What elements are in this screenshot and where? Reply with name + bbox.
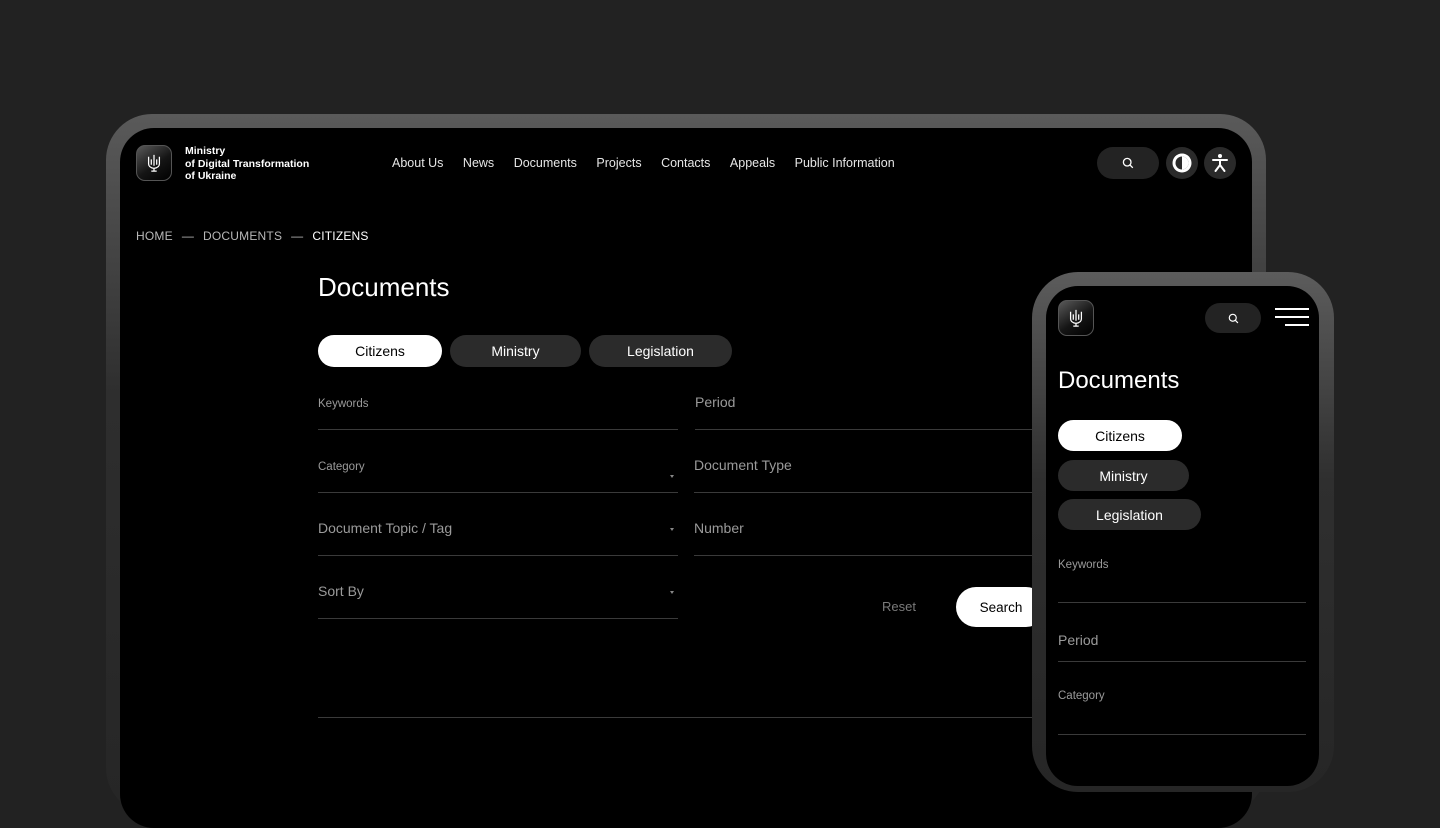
- accessibility-icon: [1212, 154, 1228, 172]
- breadcrumb: HOME — DOCUMENTS — CITIZENS: [136, 229, 369, 243]
- mobile-period-field[interactable]: Period: [1058, 630, 1306, 662]
- number-placeholder: Number: [694, 520, 744, 536]
- sort-by-placeholder: Sort By: [318, 583, 364, 599]
- breadcrumb-citizens: CITIZENS: [312, 229, 369, 243]
- breadcrumb-separator: —: [181, 229, 195, 243]
- tab-legislation[interactable]: Legislation: [589, 335, 732, 367]
- mobile-keywords-placeholder: Keywords: [1058, 559, 1109, 571]
- contrast-icon: [1172, 153, 1192, 173]
- nav-appeals[interactable]: Appeals: [730, 156, 775, 170]
- topic-tag-select[interactable]: Document Topic / Tag: [318, 516, 678, 556]
- mobile-category-select[interactable]: Category: [1058, 690, 1306, 735]
- trident-logo-icon[interactable]: [1058, 300, 1094, 336]
- breadcrumb-separator: —: [291, 229, 304, 243]
- brand-line-2: of Digital Transformation: [185, 157, 310, 170]
- nav-news[interactable]: News: [463, 156, 494, 170]
- mobile-page-title: Documents: [1058, 367, 1180, 394]
- category-placeholder: Category: [318, 461, 365, 473]
- brand-line-1: Ministry: [185, 145, 226, 157]
- main-nav: About Us News Documents Projects Contact…: [392, 156, 914, 170]
- mobile-category-placeholder: Category: [1058, 690, 1105, 702]
- menu-line: [1275, 316, 1309, 318]
- mobile-tab-ministry[interactable]: Ministry: [1058, 460, 1189, 491]
- menu-line: [1285, 324, 1309, 326]
- keywords-field[interactable]: Keywords: [318, 390, 678, 430]
- category-select[interactable]: Category: [318, 453, 678, 493]
- search-icon: [1122, 157, 1134, 169]
- document-tabs: Citizens Ministry Legislation: [318, 335, 732, 367]
- contrast-button[interactable]: [1166, 147, 1198, 179]
- nav-public-information[interactable]: Public Information: [795, 156, 895, 170]
- keywords-placeholder: Keywords: [318, 398, 369, 410]
- mobile-search-button[interactable]: [1205, 303, 1261, 333]
- breadcrumb-home[interactable]: HOME: [136, 229, 173, 243]
- document-type-placeholder: Document Type: [694, 457, 792, 473]
- breadcrumb-documents[interactable]: DOCUMENTS: [203, 229, 282, 243]
- nav-contacts[interactable]: Contacts: [661, 156, 710, 170]
- trident-icon: [147, 154, 161, 172]
- topic-tag-placeholder: Document Topic / Tag: [318, 520, 453, 536]
- tab-citizens[interactable]: Citizens: [318, 335, 442, 367]
- page-title: Documents: [318, 272, 450, 302]
- period-placeholder: Period: [695, 394, 736, 410]
- nav-about-us[interactable]: About Us: [392, 156, 443, 170]
- mobile-tab-legislation[interactable]: Legislation: [1058, 499, 1201, 530]
- chevron-down-icon: [670, 475, 674, 478]
- chevron-down-icon: [670, 528, 674, 531]
- nav-projects[interactable]: Projects: [596, 156, 641, 170]
- mobile-period-placeholder: Period: [1058, 632, 1099, 648]
- menu-line: [1275, 308, 1309, 310]
- mobile-screen: Documents Citizens Ministry Legislation …: [1046, 286, 1319, 786]
- sort-by-select[interactable]: Sort By: [318, 579, 678, 619]
- tab-ministry[interactable]: Ministry: [450, 335, 581, 367]
- reset-button[interactable]: Reset: [882, 599, 916, 614]
- mobile-tab-citizens[interactable]: Citizens: [1058, 420, 1182, 451]
- divider: [318, 717, 1078, 718]
- menu-icon[interactable]: [1275, 308, 1309, 330]
- trident-logo-icon[interactable]: [136, 145, 172, 181]
- chevron-down-icon: [670, 591, 674, 594]
- mobile-keywords-field[interactable]: Keywords: [1058, 558, 1306, 603]
- brand-line-3: of Ukraine: [185, 170, 237, 182]
- accessibility-button[interactable]: [1204, 147, 1236, 179]
- search-button[interactable]: [1097, 147, 1159, 179]
- brand-name[interactable]: Ministry of Digital Transformation of Uk…: [185, 145, 345, 183]
- nav-documents[interactable]: Documents: [514, 156, 577, 170]
- search-icon: [1228, 313, 1238, 323]
- trident-icon: [1069, 309, 1083, 327]
